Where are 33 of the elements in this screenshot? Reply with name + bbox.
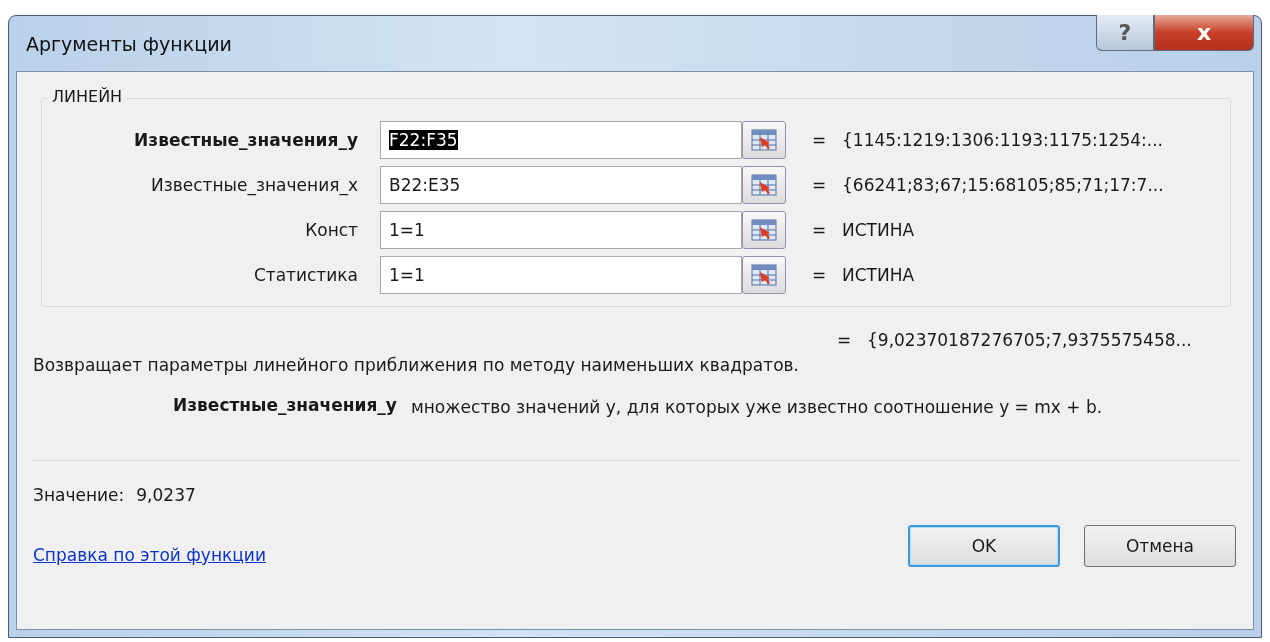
- argument-field[interactable]: 1=1: [380, 256, 742, 294]
- argument-label: Конст: [304, 220, 359, 240]
- argument-result: {1145:1219:1306:1193:1175:1254:...: [842, 130, 1163, 150]
- argument-result: ИСТИНА: [842, 220, 915, 240]
- argument-result: {66241;83;67;15:68105;85;71;17:7...: [842, 175, 1164, 195]
- cancel-button[interactable]: Отмена: [1084, 524, 1236, 567]
- range-select-button[interactable]: [742, 166, 786, 204]
- close-button[interactable]: x: [1154, 15, 1254, 51]
- argument-result: ИСТИНА: [842, 265, 915, 285]
- argument-label: Статистика: [252, 265, 359, 285]
- help-link[interactable]: Справка по этой функции: [33, 544, 266, 565]
- equals-sign: =: [812, 265, 828, 285]
- argument-description: множество значений y, для которых уже известно соотношение y = mx + b.: [410, 396, 1104, 419]
- argument-field[interactable]: 1=1: [380, 211, 742, 249]
- range-select-button[interactable]: [742, 121, 786, 159]
- ok-button[interactable]: OK: [908, 524, 1060, 567]
- help-button[interactable]: ?: [1096, 15, 1154, 51]
- equals-sign: =: [837, 330, 853, 350]
- argument-field[interactable]: F22:F35: [380, 121, 742, 159]
- value-text: 9,0237: [136, 484, 196, 505]
- function-description: Возвращает параметры линейного приближения по методу наименьших квадратов.: [33, 355, 800, 375]
- equals-sign: =: [812, 220, 828, 240]
- value-label: Значение:: [33, 484, 125, 505]
- argument-name: Известные_значения_y: [173, 395, 397, 417]
- argument-label: Известные_значения_x: [150, 175, 359, 195]
- window-title: Аргументы функции: [26, 32, 232, 55]
- equals-sign: =: [812, 175, 828, 195]
- argument-field[interactable]: B22:E35: [380, 166, 742, 204]
- equals-sign: =: [812, 130, 828, 150]
- argument-label: Известные_значения_y: [133, 130, 359, 150]
- range-select-button[interactable]: [742, 256, 786, 294]
- range-select-button[interactable]: [742, 211, 786, 249]
- formula-result: {9,02370187276705;7,9375575458...: [867, 330, 1193, 350]
